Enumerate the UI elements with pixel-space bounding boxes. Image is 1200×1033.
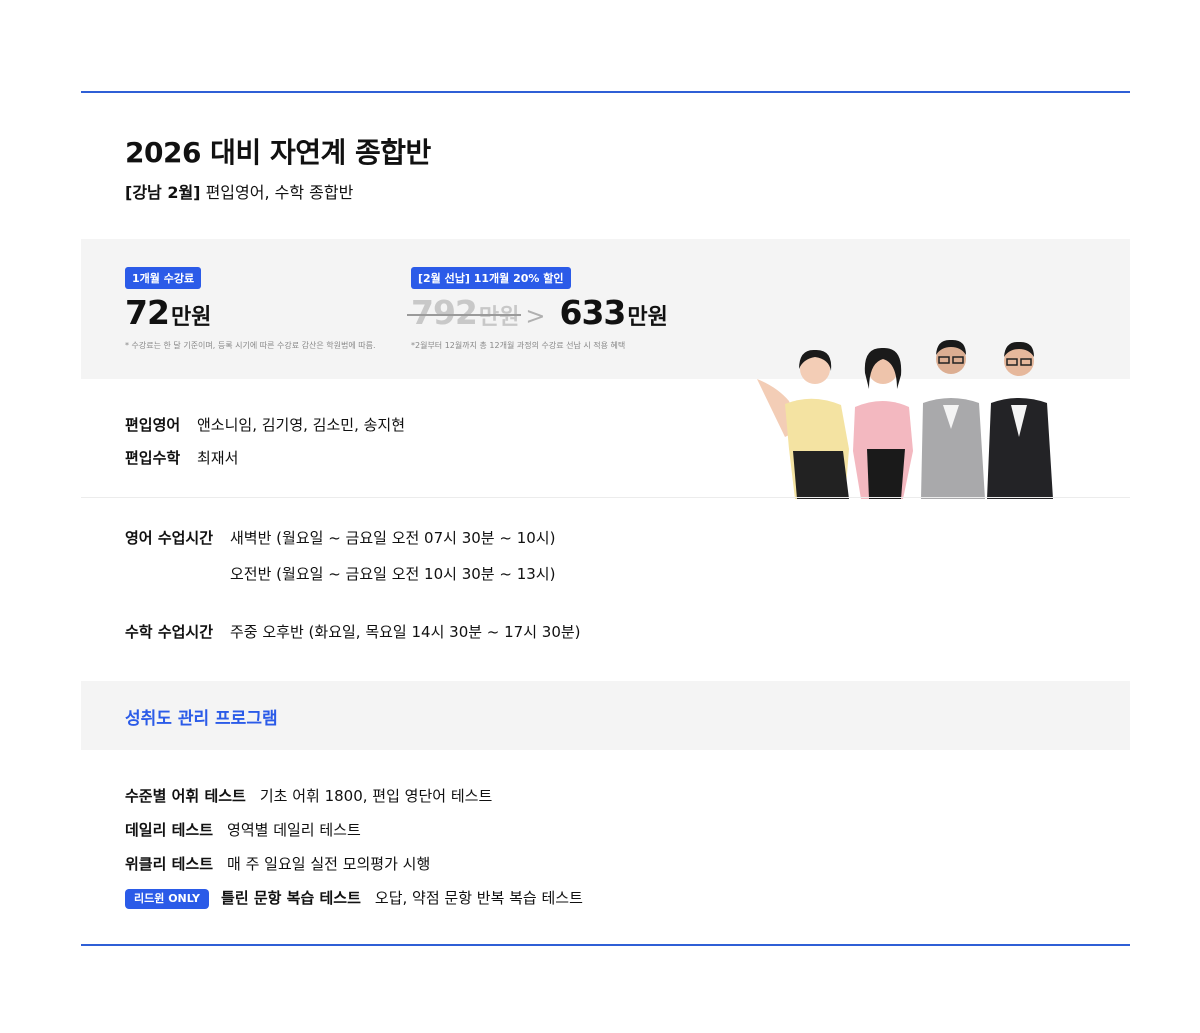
class-schedule: 영어 수업시간 새벽반 (월요일 ~ 금요일 오전 07시 30분 ~ 10시) … bbox=[125, 524, 581, 654]
test-label: 데일리 테스트 bbox=[125, 821, 214, 839]
test-label: 틀린 문항 복습 테스트 bbox=[221, 889, 361, 907]
original-price: 792만원 bbox=[406, 293, 522, 332]
test-item: 위클리 테스트 매 주 일요일 실전 모의평가 시행 bbox=[125, 847, 583, 881]
prepay-unit: 만원 bbox=[627, 305, 668, 330]
monthly-badge: 1개월 수강료 bbox=[125, 267, 202, 289]
course-subjects: 편입영어, 수학 종합반 bbox=[200, 183, 354, 202]
arrow-icon: > bbox=[525, 302, 546, 330]
test-item: 수준별 어휘 테스트 기초 어휘 1800, 편입 영단어 테스트 bbox=[125, 779, 583, 813]
prepay-badge: [2월 선납] 11개월 20% 할인 bbox=[411, 267, 571, 289]
monthly-price: 1개월 수강료 72만원 * 수강료는 한 달 기준이며, 등록 시기에 따른 … bbox=[125, 267, 376, 351]
prepay-note: *2월부터 12월까지 총 12개월 과정의 수강료 선납 시 적용 혜택 bbox=[411, 341, 626, 350]
prepay-amount: 633 bbox=[559, 293, 626, 332]
section-divider bbox=[81, 497, 1130, 498]
test-desc: 오답, 약점 문항 반복 복습 테스트 bbox=[374, 889, 583, 907]
test-item: 데일리 테스트 영역별 데일리 테스트 bbox=[125, 813, 583, 847]
teachers-list: 편입영어 앤소니임, 김기영, 김소민, 송지현 편입수학 최재서 bbox=[125, 409, 405, 475]
teacher-names: 최재서 bbox=[197, 449, 239, 467]
monthly-note: * 수강료는 한 달 기준이며, 등록 시기에 따른 수강료 감산은 학원법에 … bbox=[125, 341, 376, 350]
test-desc: 기초 어휘 1800, 편입 영단어 테스트 bbox=[259, 787, 493, 805]
math-schedule-label: 수학 수업시간 bbox=[125, 623, 214, 641]
monthly-amount: 72 bbox=[125, 293, 170, 332]
test-list: 수준별 어휘 테스트 기초 어휘 1800, 편입 영단어 테스트 데일리 테스트… bbox=[125, 779, 583, 915]
english-schedule-1: 영어 수업시간 새벽반 (월요일 ~ 금요일 오전 07시 30분 ~ 10시) bbox=[125, 524, 581, 560]
course-branch: [강남 2월] bbox=[125, 183, 201, 202]
course-subtitle: [강남 2월] 편입영어, 수학 종합반 bbox=[125, 179, 353, 203]
monthly-unit: 만원 bbox=[170, 305, 212, 330]
course-card: 2026 대비 자연계 종합반 [강남 2월] 편입영어, 수학 종합반 1개월… bbox=[81, 91, 1130, 946]
teacher-row-english: 편입영어 앤소니임, 김기영, 김소민, 송지현 bbox=[125, 409, 405, 442]
test-desc: 영역별 데일리 테스트 bbox=[227, 821, 361, 839]
english-schedule-2: 오전반 (월요일 ~ 금요일 오전 10시 30분 ~ 13시) bbox=[230, 565, 556, 583]
test-item: 리드윈 ONLY 틀린 문항 복습 테스트 오답, 약점 문항 반복 복습 테스트 bbox=[125, 881, 583, 915]
test-desc: 매 주 일요일 실전 모의평가 시행 bbox=[227, 855, 431, 873]
only-badge: 리드윈 ONLY bbox=[125, 889, 210, 909]
math-schedule: 수학 수업시간 주중 오후반 (화요일, 목요일 14시 30분 ~ 17시 30… bbox=[125, 618, 581, 654]
english-schedule-label: 영어 수업시간 bbox=[125, 529, 214, 547]
management-title: 성취도 관리 프로그램 bbox=[125, 709, 278, 729]
test-label: 위클리 테스트 bbox=[125, 855, 214, 873]
teacher-row-math: 편입수학 최재서 bbox=[125, 442, 405, 475]
management-band: 성취도 관리 프로그램 bbox=[81, 681, 1130, 750]
teacher-label: 편입수학 bbox=[125, 449, 181, 467]
course-title: 2026 대비 자연계 종합반 bbox=[125, 136, 431, 169]
teachers-photo bbox=[757, 339, 1053, 499]
prepay-price: [2월 선납] 11개월 20% 할인 792만원 >633만원 *2월부터 12… bbox=[406, 267, 668, 351]
test-label: 수준별 어휘 테스트 bbox=[125, 787, 246, 805]
teacher-names: 앤소니임, 김기영, 김소민, 송지현 bbox=[197, 416, 406, 434]
teacher-label: 편입영어 bbox=[125, 416, 181, 434]
